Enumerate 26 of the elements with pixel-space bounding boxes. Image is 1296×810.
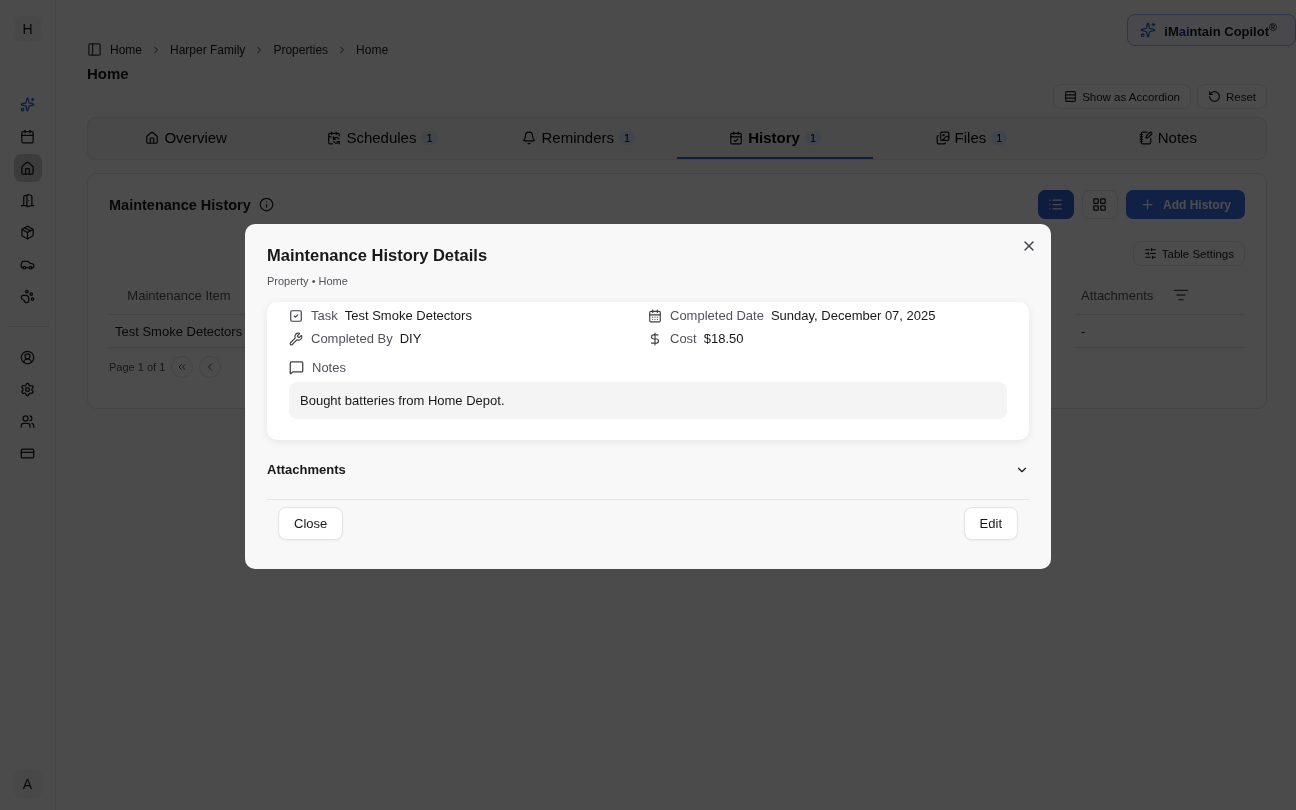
- field-label: Notes: [312, 360, 346, 375]
- breadcrumb-link[interactable]: Home: [110, 42, 142, 57]
- dollar-icon: [648, 331, 662, 346]
- message-icon: [289, 360, 304, 375]
- field-value: $18.50: [703, 331, 744, 346]
- page-title: Home: [87, 65, 130, 82]
- card-title: Maintenance History: [109, 196, 251, 213]
- field-label: Cost: [670, 331, 697, 346]
- breadcrumb-link[interactable]: Harper Family: [170, 42, 246, 57]
- notes-text: Bought batteries from Home Depot.: [289, 382, 1007, 419]
- close-button[interactable]: Close: [278, 507, 344, 540]
- field-value: DIY: [399, 331, 422, 346]
- breadcrumb-link[interactable]: Properties: [273, 42, 329, 57]
- wrench-icon: [289, 331, 303, 346]
- field-value: Test Smoke Detectors: [344, 308, 472, 323]
- breadcrumb-link[interactable]: Home: [356, 42, 389, 57]
- calendar-icon: [648, 308, 662, 323]
- field-label: Task: [311, 308, 338, 323]
- field-label: Completed Date: [670, 308, 764, 323]
- field-value: Sunday, December 07, 2025: [770, 308, 936, 323]
- edit-button[interactable]: Edit: [963, 507, 1018, 540]
- attachments-accordion[interactable]: Attachments: [267, 462, 1029, 500]
- dialog-subtitle: Property • Home: [267, 275, 349, 287]
- checkbox-icon: [289, 308, 303, 323]
- field-label: Completed By: [311, 331, 393, 346]
- dialog-title: Maintenance History Details: [267, 246, 489, 265]
